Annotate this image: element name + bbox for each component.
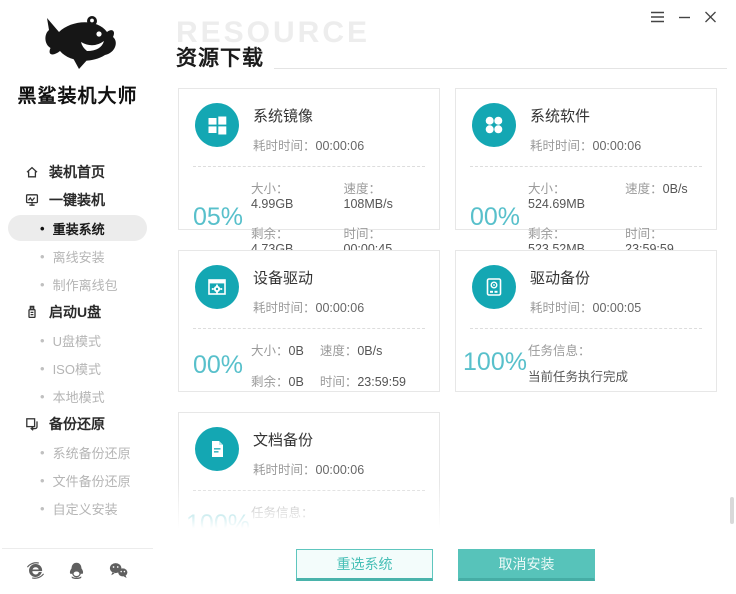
bullet-icon: • [40, 276, 45, 292]
progress-percent: 00% [192, 350, 244, 379]
home-icon [26, 166, 38, 178]
bullet-icon: • [40, 332, 45, 348]
sidebar-item-one-key-install[interactable]: 一键装机 [0, 186, 155, 214]
card-badge [472, 103, 516, 147]
download-stats: 大小：4.99GB 速度：108MB/s 剩余：4.73GB 时间：00:00:… [251, 182, 393, 256]
bullet-icon: • [40, 360, 45, 376]
windows-grid-icon [208, 116, 226, 134]
reselect-system-button[interactable]: 重选系统 [296, 549, 433, 581]
sidebar-item-offline-install[interactable]: • 离线安装 [0, 242, 155, 270]
sidebar-item-backup-restore[interactable]: 备份还原 [0, 410, 155, 438]
progress-percent: 100% [463, 348, 527, 376]
sidebar-item-label: 文件备份还原 [52, 473, 131, 489]
sidebar: 黑鲨装机大师 装机首页 一键装机 • 重装系统 • 离线安装 • 制作离线包 启… [0, 0, 155, 594]
bullet-icon: • [40, 220, 45, 236]
sidebar-item-boot-usb[interactable]: 启动U盘 [0, 298, 155, 326]
bullet-icon: • [40, 248, 45, 264]
hard-drive-icon [486, 278, 502, 296]
sidebar-item-label: 启动U盘 [49, 304, 102, 320]
sidebar-item-reinstall-system[interactable]: • 重装系统 [8, 215, 147, 241]
card-title: 系统软件 [530, 108, 591, 125]
app-title: 黑鲨装机大师 [17, 86, 138, 107]
monitor-icon [25, 194, 39, 206]
card-document-backup: 文档备份 耗时时间：00:00:06 100% 任务信息： 当前任务执行完成 [178, 412, 440, 540]
card-title: 文档备份 [253, 432, 314, 449]
sidebar-menu: 装机首页 一键装机 • 重装系统 • 离线安装 • 制作离线包 启动U盘 • U… [0, 158, 155, 522]
elapsed-time: 耗时时间：00:00:06 [530, 139, 642, 153]
page-title: 资源下载 [176, 47, 264, 70]
sidebar-item-usb-mode[interactable]: • U盘模式 [0, 326, 155, 354]
sidebar-item-label: 装机首页 [49, 164, 105, 180]
software-clover-icon [485, 116, 503, 134]
bullet-icon: • [40, 388, 45, 404]
sidebar-item-label: 系统备份还原 [52, 445, 131, 461]
footer-actions: 重选系统 取消安装 [155, 549, 736, 581]
elapsed-time: 耗时时间：00:00:06 [253, 463, 365, 477]
main-panel: RESOURCE 资源下载 系统镜像 耗时时间：00:00:06 05% 大小：… [155, 0, 736, 594]
card-badge [472, 265, 516, 309]
sidebar-item-iso-mode[interactable]: • ISO模式 [0, 354, 155, 382]
wechat-icon[interactable] [108, 561, 129, 580]
scrollbar-thumb[interactable] [730, 497, 734, 524]
sidebar-item-label: 一键装机 [49, 192, 105, 208]
sidebar-item-label: U盘模式 [52, 333, 101, 349]
cancel-install-button[interactable]: 取消安装 [458, 549, 595, 581]
sidebar-item-home[interactable]: 装机首页 [0, 158, 155, 186]
progress-percent: 100% [186, 510, 250, 538]
sidebar-item-label: 自定义安装 [52, 501, 118, 517]
sidebar-item-make-offline-package[interactable]: • 制作离线包 [0, 270, 155, 298]
card-device-driver: 设备驱动 耗时时间：00:00:06 00% 大小：0B 速度：0B/s 剩余：… [178, 250, 440, 392]
divider [274, 68, 727, 69]
card-badge [195, 103, 239, 147]
elapsed-time: 耗时时间：00:00:05 [530, 301, 642, 315]
task-info: 任务信息： 当前任务执行完成 [528, 344, 629, 384]
task-info: 任务信息： 当前任务执行完成 [251, 506, 352, 540]
page-header: RESOURCE 资源下载 [176, 16, 727, 72]
download-stats: 大小：0B 速度：0B/s 剩余：0B 时间：23:59:59 [251, 344, 406, 389]
bullet-icon: • [40, 444, 45, 460]
card-title: 系统镜像 [253, 108, 314, 125]
app-logo: 黑鲨装机大师 [0, 0, 155, 108]
sidebar-item-system-backup-restore[interactable]: • 系统备份还原 [0, 438, 155, 466]
progress-percent: 00% [469, 202, 521, 231]
menu-icon[interactable] [650, 11, 665, 23]
card-badge [195, 265, 239, 309]
card-title: 设备驱动 [253, 270, 314, 287]
card-system-image: 系统镜像 耗时时间：00:00:06 05% 大小：4.99GB 速度：108M… [178, 88, 440, 256]
device-driver-icon [208, 279, 226, 295]
download-cards-viewport: 系统镜像 耗时时间：00:00:06 05% 大小：4.99GB 速度：108M… [178, 88, 717, 540]
card-system-software: 系统软件 耗时时间：00:00:06 00% 大小：524.69MB 速度：0B… [455, 88, 717, 256]
card-badge [195, 427, 239, 471]
elapsed-time: 耗时时间：00:00:06 [253, 139, 365, 153]
sidebar-item-label: 本地模式 [52, 389, 105, 405]
sidebar-item-file-backup-restore[interactable]: • 文件备份还原 [0, 466, 155, 494]
ie-icon[interactable] [26, 561, 45, 580]
sidebar-item-local-mode[interactable]: • 本地模式 [0, 382, 155, 410]
sidebar-item-label: 备份还原 [49, 416, 105, 432]
sidebar-footer [0, 548, 155, 594]
elapsed-time: 耗时时间：00:00:06 [253, 301, 365, 315]
progress-percent: 05% [192, 202, 244, 231]
sidebar-item-label: 重装系统 [52, 221, 105, 237]
sidebar-item-label: 离线安装 [52, 249, 105, 265]
card-driver-backup: 驱动备份 耗时时间：00:00:05 100% 任务信息： 当前任务执行完成 [455, 250, 717, 392]
shark-logo-icon [44, 16, 116, 69]
backup-restore-icon [26, 418, 38, 431]
minimize-icon[interactable] [678, 11, 691, 23]
window-controls [650, 11, 717, 23]
download-stats: 大小：524.69MB 速度：0B/s 剩余：523.52MB 时间：23:59… [528, 182, 688, 256]
bullet-icon: • [40, 500, 45, 516]
document-icon [212, 441, 223, 457]
sidebar-item-label: ISO模式 [52, 361, 101, 377]
app-window: 黑鲨装机大师 装机首页 一键装机 • 重装系统 • 离线安装 • 制作离线包 启… [0, 0, 736, 594]
bullet-icon: • [40, 472, 45, 488]
qq-icon[interactable] [67, 561, 86, 580]
sidebar-item-label: 制作离线包 [52, 277, 118, 293]
sidebar-item-custom-install[interactable]: • 自定义安装 [0, 494, 155, 522]
card-title: 驱动备份 [530, 270, 591, 287]
usb-icon [28, 305, 36, 319]
close-icon[interactable] [704, 11, 717, 23]
